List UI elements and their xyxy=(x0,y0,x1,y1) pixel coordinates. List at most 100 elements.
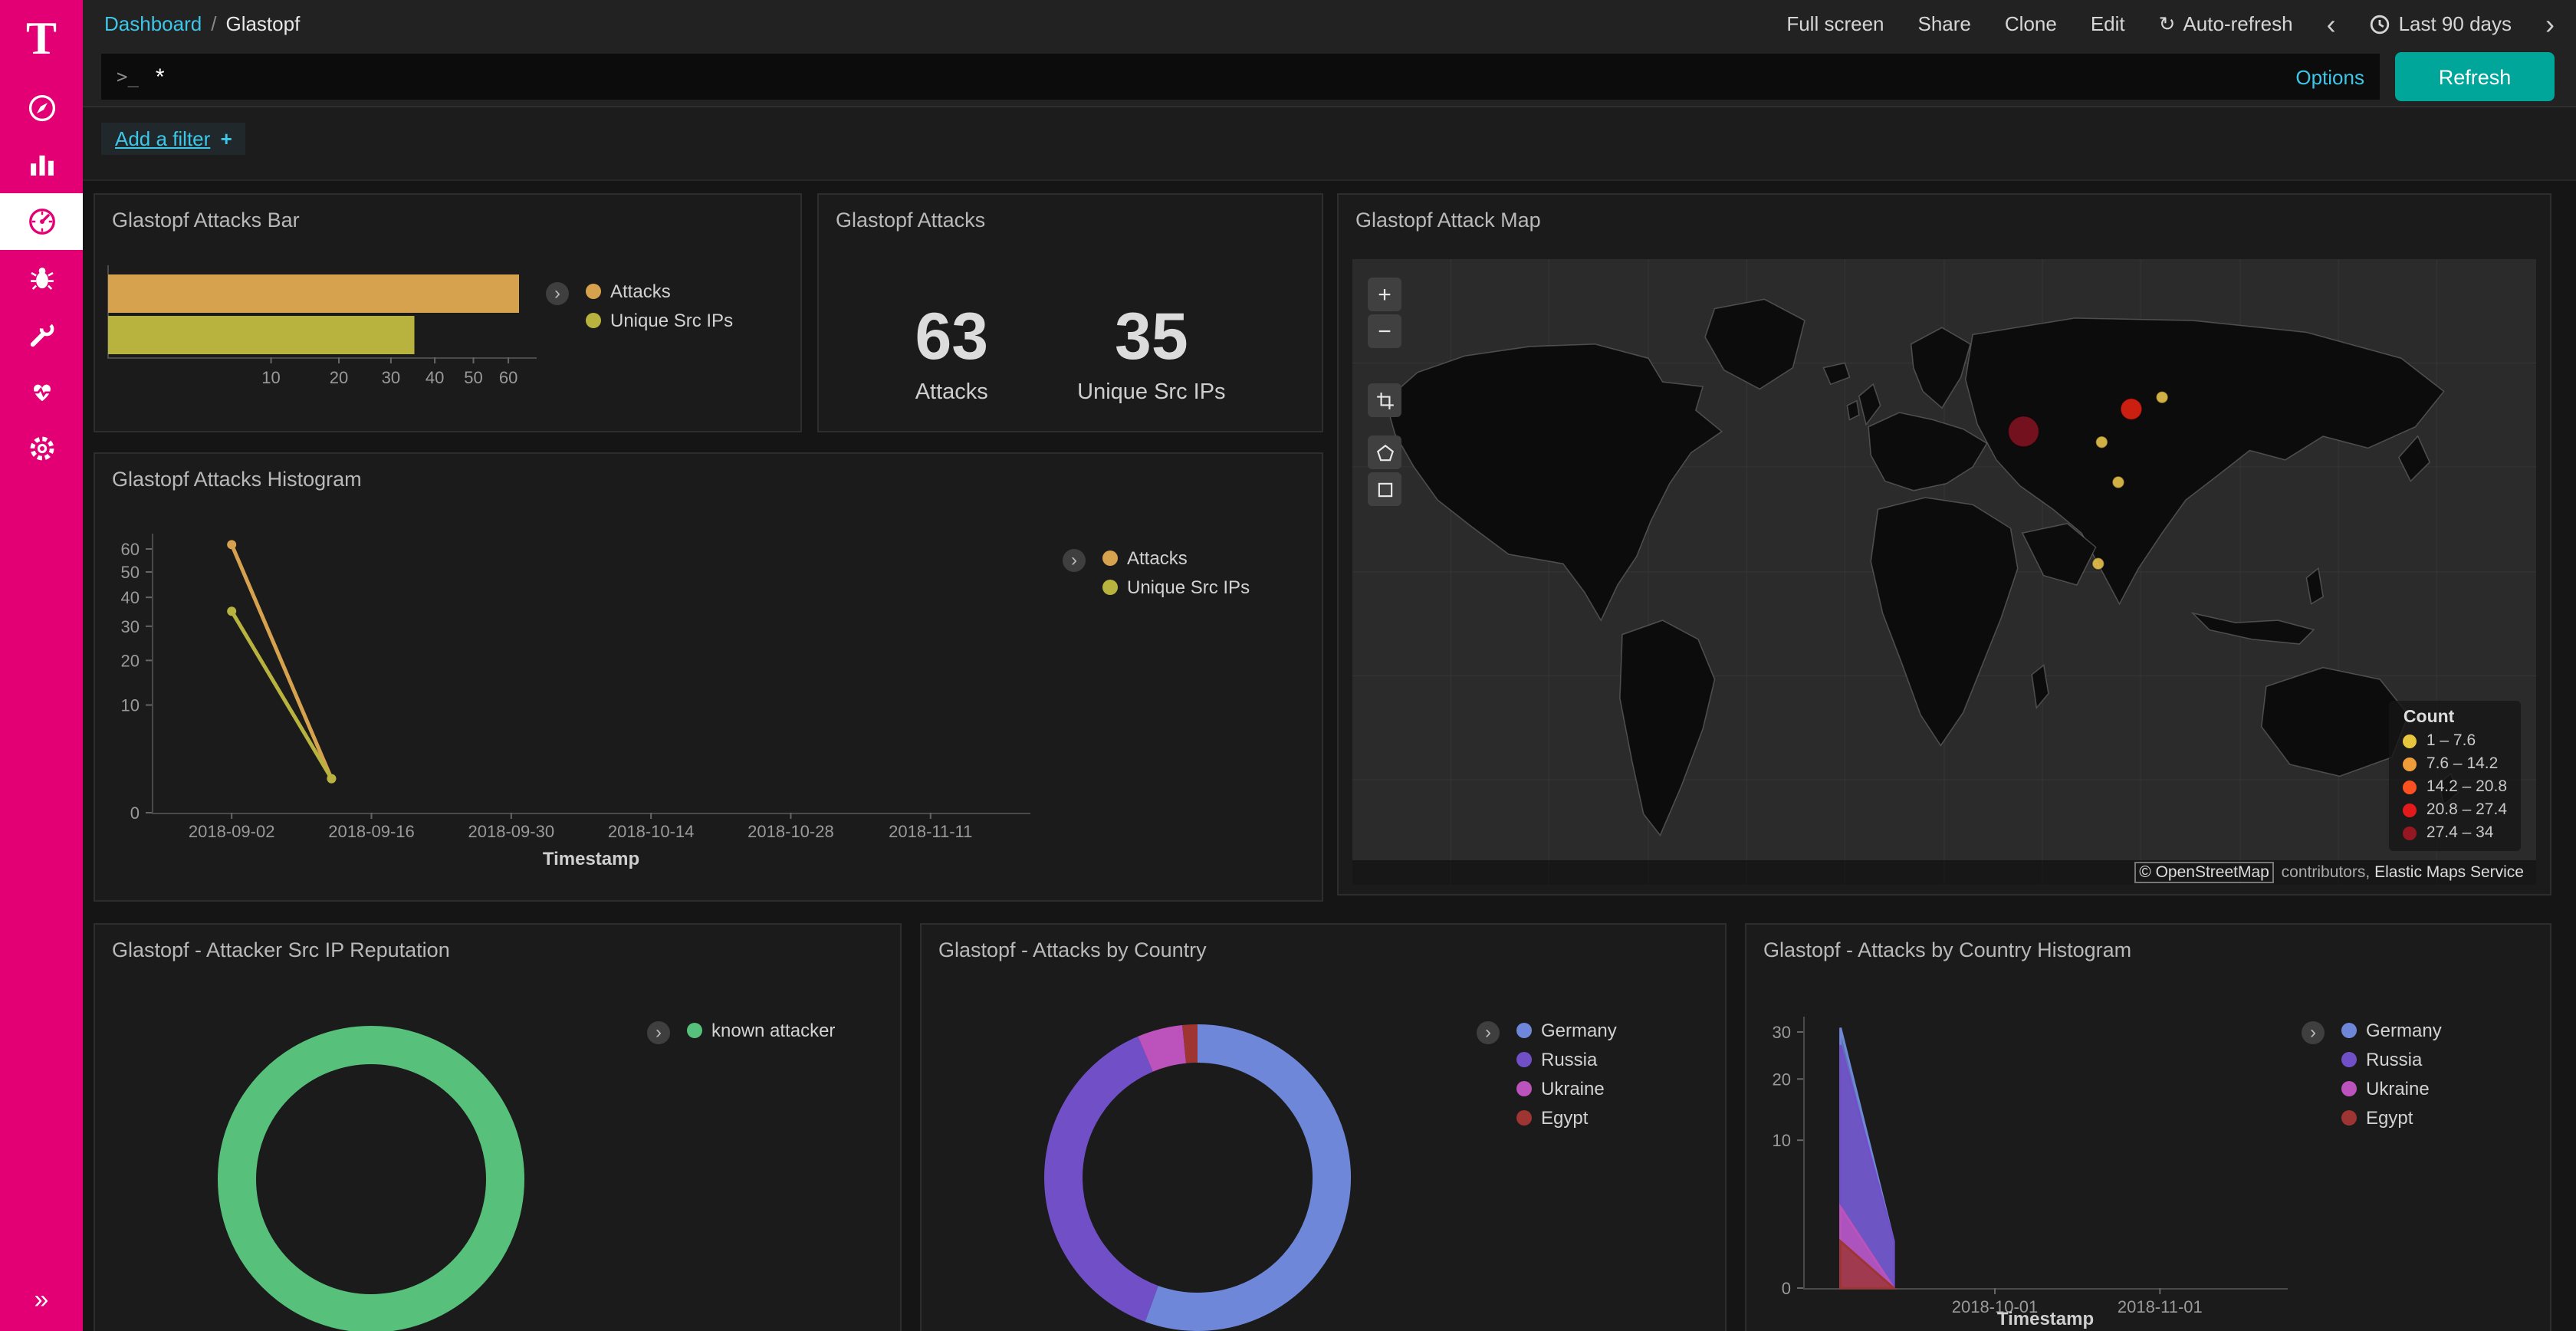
legend-label: known attacker xyxy=(711,1020,835,1041)
legend-item[interactable]: Ukraine xyxy=(2341,1078,2442,1099)
edit-button[interactable]: Edit xyxy=(2091,12,2125,35)
auto-refresh-label: Auto-refresh xyxy=(2183,12,2292,35)
zoom-out-button[interactable]: − xyxy=(1368,314,1401,348)
fit-data-bounds-button[interactable] xyxy=(1368,383,1401,417)
svg-text:60: 60 xyxy=(121,540,140,559)
legend-color-dot xyxy=(1516,1023,1532,1038)
svg-text:20: 20 xyxy=(330,368,348,387)
metric-value: 35 xyxy=(1077,305,1225,371)
options-link[interactable]: Options xyxy=(2295,65,2364,88)
time-range-label: Last 90 days xyxy=(2399,12,2512,35)
legend-toggle-button[interactable]: › xyxy=(2302,1021,2325,1044)
plus-icon: + xyxy=(221,127,232,150)
sidebar-item-timelion[interactable] xyxy=(0,250,83,307)
clone-button[interactable]: Clone xyxy=(2005,12,2057,35)
query-input[interactable]: >_ * Options xyxy=(101,54,2380,100)
legend-item[interactable]: Unique Src IPs xyxy=(1102,577,1250,598)
legend-color-dot xyxy=(687,1023,702,1038)
bug-icon xyxy=(25,262,58,294)
share-button[interactable]: Share xyxy=(1918,12,1971,35)
svg-text:40: 40 xyxy=(426,368,444,387)
breadcrumb-separator: / xyxy=(211,12,216,35)
country-histogram-chart[interactable]: 01020302018-10-012018-11-01Timestamp xyxy=(1759,992,2341,1331)
map-controls: + − xyxy=(1368,278,1401,509)
svg-text:10: 10 xyxy=(261,368,280,387)
legend-label: Egypt xyxy=(2366,1107,2413,1129)
legend-toggle-button[interactable]: › xyxy=(1477,1021,1500,1044)
legend-label: Russia xyxy=(2366,1049,2422,1070)
zoom-in-button[interactable]: + xyxy=(1368,278,1401,311)
draw-rectangle-button[interactable] xyxy=(1368,472,1401,506)
svg-text:30: 30 xyxy=(121,617,140,636)
legend-item[interactable]: Unique Src IPs xyxy=(586,310,733,331)
time-forward-button[interactable]: › xyxy=(2545,10,2555,38)
svg-text:2018-10-28: 2018-10-28 xyxy=(748,822,834,841)
continents xyxy=(1385,299,2458,835)
time-back-button[interactable]: ‹ xyxy=(2327,10,2336,38)
legend-color-dot xyxy=(1516,1081,1532,1096)
breadcrumb-dashboard-link[interactable]: Dashboard xyxy=(104,12,202,35)
top-actions: Full screen Share Clone Edit ↻ Auto-refr… xyxy=(1786,10,2555,38)
map-count-legend: Count1 – 7.67.6 – 14.214.2 – 20.820.8 – … xyxy=(2390,701,2521,851)
map-attribution: © OpenStreetMap contributors, Elastic Ma… xyxy=(1352,860,2536,885)
chart-legend: › known attacker xyxy=(647,1020,835,1049)
legend-item[interactable]: Russia xyxy=(2341,1049,2442,1070)
telekom-logo[interactable]: T xyxy=(0,0,83,80)
world-map[interactable] xyxy=(1352,259,2536,885)
svg-text:50: 50 xyxy=(464,368,482,387)
sidebar: T xyxy=(0,0,83,1331)
legend-item[interactable]: known attacker xyxy=(687,1020,835,1041)
legend-item[interactable]: Egypt xyxy=(1516,1107,1617,1129)
map-legend-range: 27.4 – 34 xyxy=(2426,823,2494,842)
map-legend-item: 7.6 – 14.2 xyxy=(2404,754,2507,773)
attacks-histogram-chart[interactable]: 01020304050602018-09-022018-09-162018-09… xyxy=(110,521,1107,889)
panel-glastopf-attacks-metric: Glastopf Attacks 63 Attacks 35 Unique Sr… xyxy=(817,193,1323,432)
legend-color-dot xyxy=(2341,1081,2357,1096)
map-legend-color-dot xyxy=(2404,780,2417,794)
svg-text:20: 20 xyxy=(1773,1070,1791,1089)
legend-toggle-button[interactable]: › xyxy=(647,1021,670,1044)
time-range-picker[interactable]: Last 90 days xyxy=(2370,12,2512,35)
legend-item[interactable]: Ukraine xyxy=(1516,1078,1617,1099)
gauge-icon xyxy=(25,205,58,238)
panel-title: Glastopf - Attacker Src IP Reputation xyxy=(95,925,900,961)
legend-toggle-button[interactable]: › xyxy=(1063,549,1086,572)
legend-toggle-button[interactable]: › xyxy=(546,282,569,305)
reputation-donut-chart[interactable] xyxy=(202,1011,540,1331)
full-screen-button[interactable]: Full screen xyxy=(1786,12,1884,35)
elastic-maps-service-link[interactable]: Elastic Maps Service xyxy=(2374,863,2524,882)
sidebar-item-management[interactable] xyxy=(0,420,83,477)
legend-item[interactable]: Egypt xyxy=(2341,1107,2442,1129)
country-donut-chart[interactable] xyxy=(1029,1009,1366,1331)
legend-item[interactable]: Germany xyxy=(2341,1020,2442,1041)
auto-refresh-button[interactable]: ↻ Auto-refresh xyxy=(2159,12,2293,36)
sidebar-item-dashboard[interactable] xyxy=(0,193,83,250)
draw-polygon-button[interactable] xyxy=(1368,435,1401,469)
map-legend-range: 14.2 – 20.8 xyxy=(2426,777,2507,796)
query-text[interactable]: * xyxy=(156,64,2295,90)
legend-item[interactable]: Attacks xyxy=(1102,547,1250,569)
legend-item[interactable]: Attacks xyxy=(586,281,733,302)
metric-row: 63 Attacks 35 Unique Src IPs xyxy=(819,232,1322,405)
metric-label: Attacks xyxy=(915,380,988,405)
legend-label: Egypt xyxy=(1541,1107,1588,1129)
sidebar-item-dev-tools[interactable] xyxy=(0,307,83,363)
sidebar-item-discover[interactable] xyxy=(0,80,83,136)
gear-icon xyxy=(25,432,58,465)
legend-item[interactable]: Germany xyxy=(1516,1020,1617,1041)
sidebar-item-monitoring[interactable] xyxy=(0,363,83,420)
openstreetmap-link[interactable]: © OpenStreetMap xyxy=(2134,862,2274,883)
svg-text:2018-11-11: 2018-11-11 xyxy=(889,822,972,841)
sidebar-collapse-toggle[interactable]: » xyxy=(0,1285,83,1316)
add-filter-button[interactable]: Add a filter + xyxy=(101,123,246,155)
map-legend-item: 20.8 – 27.4 xyxy=(2404,800,2507,819)
refresh-button[interactable]: Refresh xyxy=(2395,52,2555,101)
attack-map[interactable]: + − xyxy=(1352,259,2536,885)
svg-text:60: 60 xyxy=(499,368,518,387)
svg-text:30: 30 xyxy=(382,368,400,387)
svg-text:50: 50 xyxy=(121,563,140,582)
legend-item[interactable]: Russia xyxy=(1516,1049,1617,1070)
map-legend-color-dot xyxy=(2404,803,2417,817)
sidebar-item-visualize[interactable] xyxy=(0,136,83,193)
attacks-bar-chart[interactable]: 10 20 30 40 50 60 xyxy=(107,259,613,400)
